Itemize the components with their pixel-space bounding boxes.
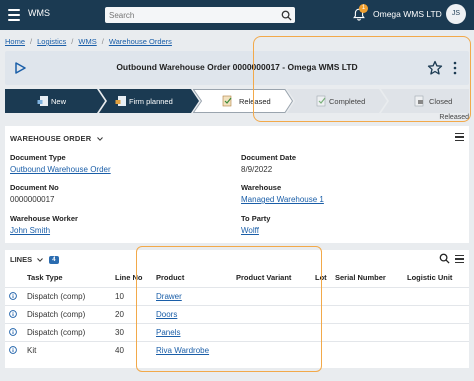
document-no-value: 0000000017 — [10, 195, 55, 204]
column-product[interactable]: Product — [156, 268, 236, 288]
column-task-type[interactable]: Task Type — [27, 268, 115, 288]
table-row[interactable]: Dispatch (comp) 30 Panels — [5, 323, 469, 342]
notification-badge: 1 — [359, 4, 368, 13]
list-icon[interactable] — [455, 133, 464, 141]
task-type-cell: Dispatch (comp) — [27, 287, 115, 306]
warehouse-order-card: WAREHOUSE ORDER Document Type Outbound W… — [5, 126, 469, 243]
breadcrumb: Home / Logistics / WMS / Warehouse Orders — [5, 37, 172, 46]
step-completed[interactable]: Completed — [287, 89, 387, 113]
table-row[interactable]: Kit 40 Riva Wardrobe — [5, 341, 469, 359]
step-released-label: Released — [239, 97, 271, 106]
product-link[interactable]: Riva Wardrobe — [156, 346, 209, 355]
table-row[interactable]: Dispatch (comp) 10 Drawer — [5, 287, 469, 306]
column-line-no[interactable]: Line No — [115, 268, 156, 288]
line-no-cell: 30 — [115, 323, 156, 342]
step-new[interactable]: New — [5, 89, 105, 113]
line-no-cell: 40 — [115, 341, 156, 359]
new-doc-icon — [37, 96, 48, 106]
to-party-label: To Party — [241, 214, 271, 223]
warehouse-label: Warehouse — [241, 183, 282, 192]
to-party-link[interactable]: Wolff — [241, 226, 259, 235]
product-link[interactable]: Panels — [156, 328, 180, 337]
page-header: Outbound Warehouse Order 0000000017 - Om… — [5, 51, 469, 85]
status-stepper: New Firm planned Released Completed Clos… — [5, 89, 469, 113]
search-input[interactable] — [105, 7, 295, 23]
lines-title: LINES — [10, 255, 33, 264]
column-logistic-unit[interactable]: Logistic Unit — [407, 268, 469, 288]
step-completed-label: Completed — [329, 97, 366, 106]
document-no-label: Document No — [10, 183, 59, 192]
table-header-row: Task Type Line No Product Product Varian… — [5, 268, 469, 288]
document-type-label: Document Type — [10, 153, 66, 162]
column-product-variant[interactable]: Product Variant — [236, 268, 315, 288]
step-new-label: New — [51, 97, 67, 106]
table-row[interactable]: Dispatch (comp) 20 Doors — [5, 305, 469, 324]
lines-count-badge: 4 — [49, 256, 59, 265]
star-icon[interactable] — [427, 60, 443, 76]
line-no-cell: 10 — [115, 287, 156, 306]
section-title-warehouse-order: WAREHOUSE ORDER — [10, 134, 92, 143]
warehouse-worker-label: Warehouse Worker — [10, 214, 78, 223]
info-icon[interactable] — [9, 309, 17, 318]
section-header-lines[interactable]: LINES 4 — [10, 255, 59, 265]
column-lot[interactable]: Lot — [315, 268, 335, 288]
search-icon[interactable] — [281, 10, 292, 21]
company-name[interactable]: Omega WMS LTD — [373, 9, 442, 19]
column-serial-number[interactable]: Serial Number — [335, 268, 407, 288]
current-status-text: Released — [439, 114, 469, 121]
warehouse-link[interactable]: Managed Warehouse 1 — [241, 195, 324, 204]
page-title: Outbound Warehouse Order 0000000017 - Om… — [116, 62, 358, 72]
info-icon[interactable] — [9, 291, 17, 300]
firm-planned-icon — [115, 96, 126, 106]
document-date-label: Document Date — [241, 153, 297, 162]
menu-icon[interactable] — [8, 9, 20, 21]
task-type-cell: Dispatch (comp) — [27, 305, 115, 324]
breadcrumb-wms[interactable]: WMS — [78, 37, 96, 46]
released-icon — [222, 95, 232, 107]
search-icon[interactable] — [439, 253, 450, 264]
section-header-warehouse-order[interactable]: WAREHOUSE ORDER — [10, 134, 103, 143]
lines-card: LINES 4 Task Type Line No Product Produc… — [5, 250, 469, 368]
info-icon[interactable] — [9, 327, 17, 336]
product-link[interactable]: Drawer — [156, 292, 182, 301]
step-firm-planned[interactable]: Firm planned — [99, 89, 199, 113]
document-date-value: 8/9/2022 — [241, 165, 273, 174]
kebab-icon[interactable] — [452, 61, 458, 75]
task-type-cell: Dispatch (comp) — [27, 323, 115, 342]
completed-icon — [316, 95, 326, 107]
document-type-link[interactable]: Outbound Warehouse Order — [10, 165, 111, 174]
closed-icon — [414, 95, 424, 107]
breadcrumb-home[interactable]: Home — [5, 37, 25, 46]
product-link[interactable]: Doors — [156, 310, 177, 319]
app-name[interactable]: WMS — [28, 8, 50, 18]
step-closed[interactable]: Closed — [381, 89, 469, 113]
chevron-down-icon — [37, 258, 44, 262]
info-icon[interactable] — [9, 345, 17, 354]
step-released[interactable]: Released — [193, 89, 293, 113]
step-closed-label: Closed — [429, 97, 453, 106]
list-icon[interactable] — [455, 255, 464, 263]
task-type-cell: Kit — [27, 341, 115, 359]
line-no-cell: 20 — [115, 305, 156, 324]
top-bar: WMS 1 Omega WMS LTD JS — [0, 0, 474, 30]
avatar[interactable]: JS — [446, 4, 466, 24]
breadcrumb-logistics[interactable]: Logistics — [37, 37, 66, 46]
warehouse-worker-link[interactable]: John Smith — [10, 226, 50, 235]
breadcrumb-warehouse-orders[interactable]: Warehouse Orders — [109, 37, 172, 46]
chevron-down-icon — [96, 137, 103, 141]
step-firm-planned-label: Firm planned — [129, 97, 173, 106]
lines-table: Task Type Line No Product Product Varian… — [5, 268, 469, 359]
